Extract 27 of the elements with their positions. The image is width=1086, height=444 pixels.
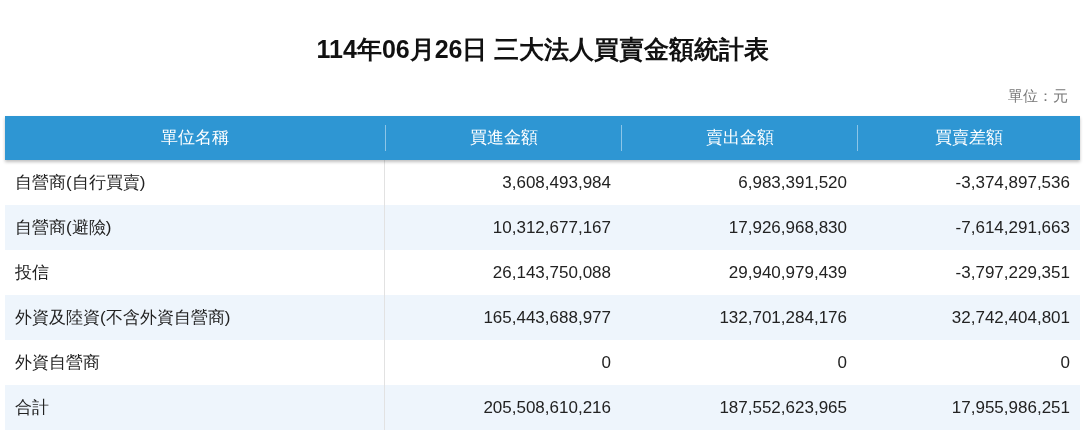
column-header: 賣出金額	[621, 125, 857, 151]
table-cell-text: 32,742,404,801	[950, 306, 1071, 329]
table-cell-text: -3,374,897,536	[954, 171, 1071, 194]
table-cell-text: 205,508,610,216	[482, 396, 612, 419]
table-title: 114年06月26日 三大法人買賣金額統計表	[315, 34, 771, 65]
table-cell-text: 6,983,391,520	[737, 171, 848, 194]
table-cell-text: -3,797,229,351	[954, 261, 1071, 284]
table-cell-text: 10,312,677,167	[491, 216, 612, 239]
table-cell-text: 3,608,493,984	[501, 171, 612, 194]
table-cell-text: 165,443,688,977	[482, 306, 612, 329]
table-cell-text: 187,552,623,965	[718, 396, 848, 419]
table-cell-text: 132,701,284,176	[718, 306, 848, 329]
table-cell: 合計	[5, 385, 385, 430]
table-cell-text: 26,143,750,088	[491, 261, 612, 284]
table-cell-text: 29,940,979,439	[727, 261, 848, 284]
unit-label: 單位：元	[1008, 86, 1068, 106]
table-cell-text: 0	[836, 351, 848, 374]
table-cell-text: -7,614,291,663	[954, 216, 1071, 239]
table-cell: 自營商(避險)	[5, 205, 385, 250]
table-cell-text: 0	[1059, 351, 1071, 374]
column-header: 單位名稱	[160, 127, 230, 149]
column-header: 買賣差額	[857, 125, 1080, 151]
table-cell: 外資及陸資(不含外資自營商)	[5, 295, 385, 340]
table-cell-text: 17,926,968,830	[727, 216, 848, 239]
column-header: 買進金額	[385, 125, 621, 151]
table-cell-text: 17,955,986,251	[950, 396, 1071, 419]
table-cell-text: 0	[600, 351, 612, 374]
